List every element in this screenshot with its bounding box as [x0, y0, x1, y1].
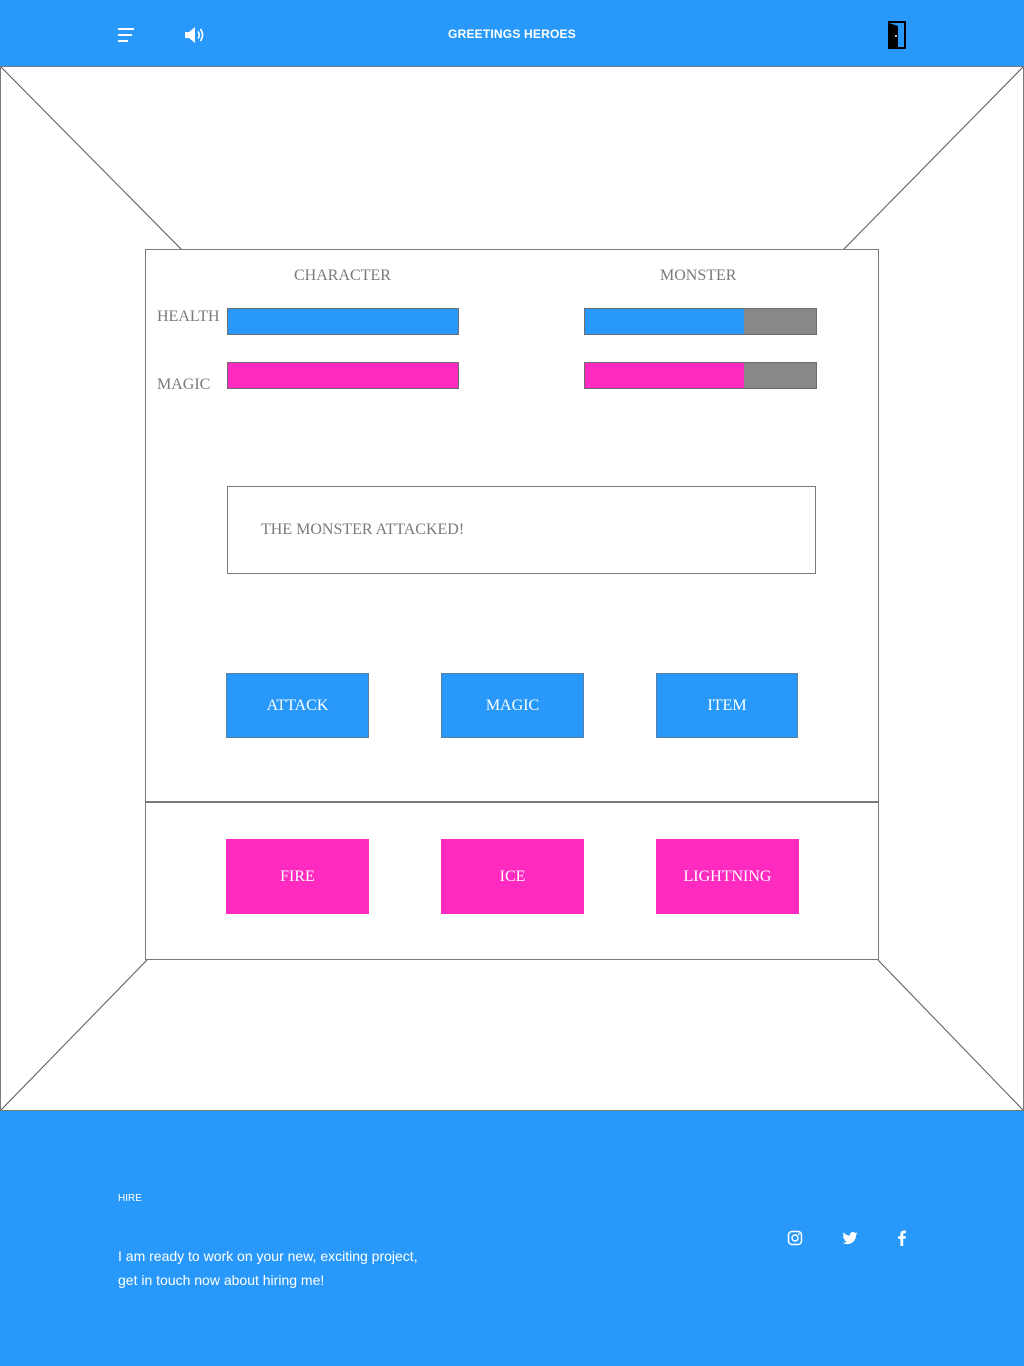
- ice-spell-button[interactable]: ICE: [441, 839, 584, 914]
- page-title: GREETINGS HEROES: [448, 27, 576, 41]
- footer: HIRE I am ready to work on your new, exc…: [0, 1111, 1024, 1366]
- character-magic-bar: [227, 362, 459, 389]
- instagram-icon[interactable]: [786, 1229, 804, 1247]
- panel-divider: [146, 801, 878, 803]
- character-heading: CHARACTER: [294, 267, 391, 284]
- battle-message-box: THE MONSTER ATTACKED!: [227, 486, 816, 574]
- health-label: HEALTH: [157, 308, 220, 325]
- magic-label: MAGIC: [157, 376, 211, 393]
- character-health-fill: [228, 309, 458, 334]
- character-magic-fill: [228, 363, 458, 388]
- monster-heading: MONSTER: [660, 267, 737, 284]
- battle-message: THE MONSTER ATTACKED!: [261, 521, 465, 538]
- lightning-spell-button[interactable]: LIGHTNING: [656, 839, 799, 914]
- monster-health-bar: [584, 308, 817, 335]
- hire-text: I am ready to work on your new, exciting…: [118, 1244, 458, 1292]
- top-bar: GREETINGS HEROES: [0, 0, 1024, 66]
- monster-magic-bar: [584, 362, 817, 389]
- hire-text-line-1: I am ready to work on your new, exciting…: [118, 1248, 418, 1264]
- magic-button[interactable]: MAGIC: [441, 673, 584, 738]
- fire-spell-button[interactable]: FIRE: [226, 839, 369, 914]
- twitter-icon[interactable]: [841, 1229, 859, 1247]
- item-button[interactable]: ITEM: [656, 673, 798, 738]
- door-exit-icon[interactable]: [886, 21, 908, 49]
- monster-magic-fill: [585, 363, 745, 388]
- battle-panel: CHARACTER MONSTER HEALTH MAGIC THE MONST…: [145, 249, 879, 960]
- hire-label: HIRE: [118, 1193, 142, 1204]
- monster-health-fill: [585, 309, 745, 334]
- facebook-icon[interactable]: [893, 1229, 911, 1247]
- hire-text-line-2: get in touch now about hiring me!: [118, 1272, 325, 1288]
- attack-button[interactable]: ATTACK: [226, 673, 369, 738]
- character-health-bar: [227, 308, 459, 335]
